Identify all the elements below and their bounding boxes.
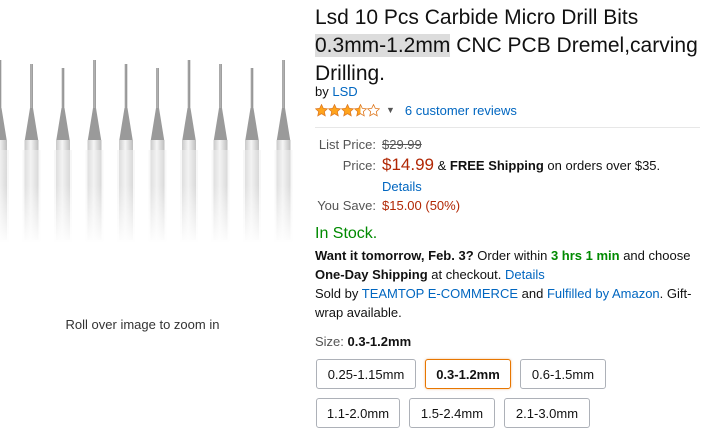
seller-link[interactable]: TEAMTOP E-COMMERCE <box>362 286 518 301</box>
chevron-down-icon[interactable]: ▼ <box>386 105 395 115</box>
reviews-link[interactable]: 6 customer reviews <box>405 103 517 118</box>
star-icon <box>354 103 367 117</box>
zoom-hint: Roll over image to zoom in <box>65 317 220 332</box>
sold-by-text: Sold by <box>315 286 362 301</box>
list-price-label: List Price: <box>318 137 376 152</box>
and-choose-text: and choose <box>619 248 691 263</box>
you-save-value: $15.00 (50%) <box>382 198 461 213</box>
shipping-suffix: on orders over $35. <box>543 158 661 173</box>
size-label-text: Size: <box>315 334 344 349</box>
brand-link[interactable]: LSD <box>332 84 357 99</box>
countdown: 3 hrs 1 min <box>550 248 620 263</box>
order-within-text: Order within <box>473 248 551 263</box>
star-icon <box>328 103 341 117</box>
shipping-amp: & <box>434 158 450 173</box>
free-shipping: FREE Shipping <box>449 158 544 173</box>
shipping-details-link[interactable]: Details <box>382 179 422 194</box>
product-image[interactable] <box>0 0 300 300</box>
in-stock-status: In Stock. <box>315 225 378 242</box>
price-row: $14.99 & FREE Shipping on orders over $3… <box>382 155 660 175</box>
delivery-info: Want it tomorrow, Feb. 3? Order within 3… <box>315 246 700 322</box>
star-rating[interactable] <box>315 103 380 117</box>
star-icon <box>341 103 354 117</box>
size-label: Size: 0.3-1.2mm <box>315 334 411 349</box>
fulfilled-by-amazon-link[interactable]: Fulfilled by Amazon <box>547 286 660 301</box>
delivery-details-link[interactable]: Details <box>505 267 545 282</box>
by-label: by <box>315 84 329 99</box>
size-option-1.1-2.0mm[interactable]: 1.1-2.0mm <box>316 398 400 428</box>
title-part1: Lsd 10 Pcs Carbide Micro Drill Bits <box>315 6 639 29</box>
star-icon <box>367 103 380 117</box>
size-option-0.6-1.5mm[interactable]: 0.6-1.5mm <box>520 359 606 389</box>
product-title: Lsd 10 Pcs Carbide Micro Drill Bits 0.3mm… <box>315 4 700 88</box>
at-checkout-text: at checkout. <box>427 267 505 282</box>
price-value: $14.99 <box>382 155 434 174</box>
size-option-0.3-1.2mm[interactable]: 0.3-1.2mm <box>425 359 511 389</box>
divider <box>315 127 700 128</box>
drill-bits-image[interactable] <box>0 0 300 300</box>
list-price: $29.99 <box>382 137 422 152</box>
rating-row: ▼ 6 customer reviews <box>315 101 517 119</box>
image-fade <box>0 185 300 245</box>
title-highlight: 0.3mm-1.2mm <box>315 34 451 57</box>
byline: by LSD <box>315 84 358 99</box>
and-text: and <box>518 286 547 301</box>
size-selected-value: 0.3-1.2mm <box>347 334 412 349</box>
one-day-shipping: One-Day Shipping <box>315 267 428 282</box>
size-option-2.1-3.0mm[interactable]: 2.1-3.0mm <box>504 398 590 428</box>
size-option-0.25-1.15mm[interactable]: 0.25-1.15mm <box>316 359 416 389</box>
size-option-1.5-2.4mm[interactable]: 1.5-2.4mm <box>409 398 495 428</box>
you-save-label: You Save: <box>317 198 376 213</box>
star-icon <box>315 103 328 117</box>
price-label: Price: <box>342 158 376 173</box>
want-it-text: Want it tomorrow, Feb. 3? <box>315 248 474 263</box>
